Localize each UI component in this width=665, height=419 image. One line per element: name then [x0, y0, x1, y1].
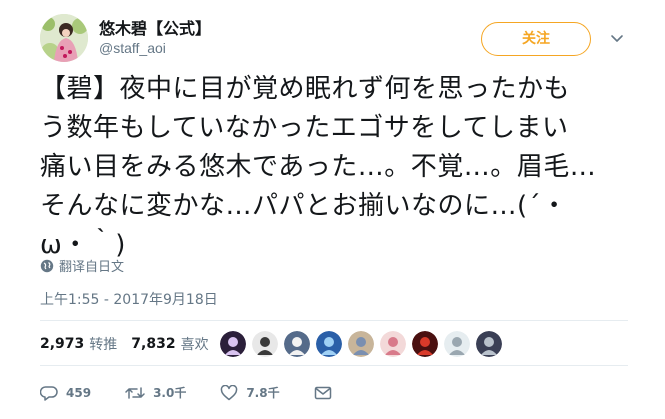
tweet-text-line: ω・｀)	[40, 230, 126, 260]
liker-avatar[interactable]	[220, 331, 246, 357]
avatar-image	[40, 14, 88, 62]
retweet-icon	[125, 386, 145, 399]
liker-avatar[interactable]	[380, 331, 406, 357]
reply-icon	[40, 385, 58, 401]
translate-tweet-link[interactable]: 翻译自日文	[40, 256, 124, 275]
liker-avatars	[220, 331, 502, 357]
tweet-text-line: う数年もしていなかったエゴサをしてしまい	[40, 113, 569, 143]
retweet-count: 3.0千	[153, 386, 187, 400]
tweet-actions: 459 3.0千 7.8千	[40, 384, 332, 401]
retweets-count: 2,973	[40, 336, 85, 352]
retweets-label: 转推	[89, 337, 118, 353]
heart-icon	[221, 384, 238, 400]
liker-avatar[interactable]	[316, 331, 342, 357]
follow-button[interactable]: 关注	[481, 22, 591, 56]
author-avatar[interactable]	[40, 14, 88, 62]
author-handle[interactable]: @staff_aoi	[99, 40, 166, 56]
envelope-icon	[314, 386, 331, 399]
likes-count: 7,832	[131, 336, 176, 352]
more-options-chevron-down-icon[interactable]	[610, 33, 624, 45]
likes-stat[interactable]: 7,832 喜欢	[131, 334, 208, 354]
divider-top	[40, 320, 628, 321]
divider-bottom	[40, 365, 628, 366]
tweet-text: 【碧】夜中に目が覚め眠れず何を思ったかも う数年もしていなかったエゴサをしてしまい…	[40, 70, 630, 265]
retweet-button[interactable]: 3.0千	[125, 384, 186, 401]
liker-avatar[interactable]	[412, 331, 438, 357]
like-button[interactable]: 7.8千	[220, 384, 280, 401]
liker-avatar[interactable]	[284, 331, 310, 357]
likes-label: 喜欢	[180, 337, 209, 353]
tweet-stats: 2,973 转推 7,832 喜欢	[40, 334, 223, 354]
globe-icon	[40, 259, 54, 272]
tweet-text-line: そんなに変かな…パパとお揃いなのに…(´・	[40, 191, 568, 221]
tweet-text-line: 痛い目をみる悠木であった…。不覚…。眉毛…	[40, 152, 597, 182]
liker-avatar[interactable]	[444, 331, 470, 357]
translate-label: 翻译自日文	[59, 260, 125, 275]
liker-avatar[interactable]	[476, 331, 502, 357]
reply-button[interactable]: 459	[40, 385, 91, 401]
author-display-name[interactable]: 悠木碧【公式】	[99, 15, 211, 39]
liker-avatar[interactable]	[252, 331, 278, 357]
like-count: 7.8千	[246, 386, 280, 400]
direct-message-button[interactable]	[314, 385, 332, 401]
tweet-timestamp[interactable]: 上午1:55 - 2017年9月18日	[40, 289, 218, 309]
retweets-stat[interactable]: 2,973 转推	[40, 334, 117, 354]
liker-avatar[interactable]	[348, 331, 374, 357]
tweet-text-line: 【碧】夜中に目が覚め眠れず何を思ったかも	[40, 74, 571, 104]
reply-count: 459	[66, 385, 92, 400]
